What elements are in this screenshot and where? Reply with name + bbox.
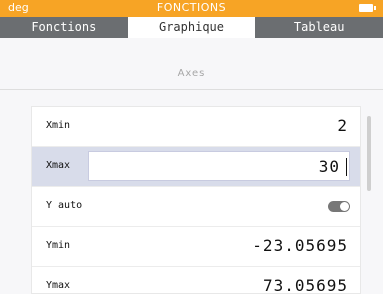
ymin-label: Ymin bbox=[46, 240, 71, 251]
status-bar: deg FONCTIONS bbox=[0, 0, 383, 17]
ymax-value: 73.05695 bbox=[262, 276, 348, 294]
toggle-knob bbox=[340, 202, 349, 211]
row-y-auto[interactable]: Y auto bbox=[32, 187, 360, 227]
tab-graphique[interactable]: Graphique bbox=[127, 17, 256, 38]
xmax-label: Xmax bbox=[46, 160, 71, 171]
tab-fonctions[interactable]: Fonctions bbox=[0, 17, 128, 38]
y-auto-label: Y auto bbox=[46, 200, 83, 211]
tab-bar: Fonctions Graphique Tableau bbox=[0, 17, 383, 38]
tab-tableau[interactable]: Tableau bbox=[255, 17, 383, 38]
text-cursor bbox=[346, 158, 347, 176]
section-header: Axes bbox=[0, 56, 383, 96]
axes-settings-panel: Xmin 2 Xmax 30 Y auto Ymin -23.05695 Yma… bbox=[31, 106, 361, 294]
xmin-value: 2 bbox=[337, 116, 348, 135]
row-ymax[interactable]: Ymax 73.05695 bbox=[32, 267, 360, 294]
xmax-value: 30 bbox=[318, 157, 340, 176]
section-title: Axes bbox=[177, 68, 206, 79]
divider bbox=[0, 89, 383, 90]
xmin-label: Xmin bbox=[46, 120, 71, 131]
xmax-input[interactable]: 30 bbox=[88, 151, 350, 181]
y-auto-toggle[interactable] bbox=[328, 201, 350, 212]
scrollbar[interactable] bbox=[367, 116, 371, 191]
battery-icon bbox=[359, 4, 376, 12]
row-xmax[interactable]: Xmax 30 bbox=[32, 147, 360, 187]
app-title: FONCTIONS bbox=[156, 1, 227, 14]
ymax-label: Ymax bbox=[46, 280, 71, 291]
row-ymin[interactable]: Ymin -23.05695 bbox=[32, 227, 360, 267]
row-xmin[interactable]: Xmin 2 bbox=[32, 107, 360, 147]
ymin-value: -23.05695 bbox=[252, 236, 348, 255]
